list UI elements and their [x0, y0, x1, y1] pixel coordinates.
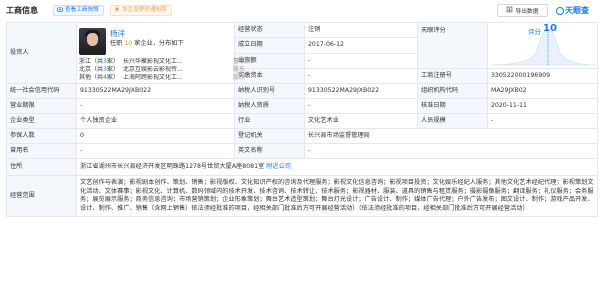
brand-logo: 天眼查 [556, 5, 589, 16]
term-label: 营业期限 [6, 98, 77, 114]
reg-authority-label: 登记机关 [234, 128, 305, 144]
approve-date-label: 核准日期 [417, 98, 488, 114]
orgcode-label: 组织机构代码 [417, 83, 488, 99]
company-type-label: 企业类型 [6, 113, 77, 129]
score-cell[interactable]: 评分 10 [487, 22, 598, 69]
company-link[interactable]: 上海阿跨影视文化工... [123, 74, 234, 83]
header-bar: 工商信息 查看工商快照 发生变更时通知我 导出数据 天眼查 [0, 0, 600, 20]
export-data-label: 导出数据 [515, 9, 539, 15]
business-scope-label: 经营范围 [6, 175, 77, 217]
orgcode-value: MA29JXB02 [487, 83, 598, 99]
taxid-label: 纳税人识别号 [234, 83, 305, 99]
capital-value: - [304, 52, 418, 70]
business-info-table: 投资人 杨洋 任职 10 家企业，分布如下 浙江（共3家） 长兴华聚影视文化工.… [6, 21, 598, 217]
term-value: - [76, 98, 235, 114]
list-item[interactable]: 其他（共4家） 上海阿跨影视文化工... 股东 [79, 74, 245, 83]
investor-name[interactable]: 杨洋 [110, 29, 125, 39]
founded-value: 2017-06-12 [304, 37, 418, 54]
status-value: 注销 [304, 21, 418, 39]
regno-value: 330522000196909 [487, 68, 598, 84]
address-cell: 浙江省湖州市长兴县经济开发区明珠路1278号世贸大厦A座8081室 附近公司 [76, 158, 598, 176]
export-icon [506, 6, 513, 15]
industry-value: 文化艺术业 [304, 113, 418, 129]
bell-icon [114, 6, 120, 16]
english-name-label: 英文名称 [234, 143, 305, 159]
address-label: 住所 [6, 158, 77, 176]
taxqual-value: - [304, 98, 418, 114]
camera-icon [57, 6, 63, 16]
score-value: 10 [543, 23, 557, 34]
staff-size-label: 人员规模 [417, 113, 488, 129]
credit-code-value: 91330522MA29JXB022 [76, 83, 235, 99]
insured-value: 0 [76, 128, 235, 144]
paidin-value: - [304, 68, 418, 84]
staff-size-value: - [487, 113, 598, 129]
section-title: 工商信息 [6, 6, 38, 15]
avatar[interactable] [79, 28, 106, 55]
english-name-value: - [304, 143, 598, 159]
company-type-value: 个人独资企业 [76, 113, 235, 129]
address-value: 浙江省湖州市长兴县经济开发区明珠路1278号世贸大厦A座8081室 [80, 162, 265, 170]
taxid-value: 91330522MA29JXB022 [304, 83, 418, 99]
industry-label: 行业 [234, 113, 305, 129]
investor-cell: 杨洋 任职 10 家企业，分布如下 浙江（共3家） 长兴华聚影视文化工... 董… [76, 22, 251, 84]
insured-label: 参保人数 [6, 128, 77, 144]
brand-name: 天眼查 [565, 6, 589, 15]
investor-role-summary: 任职 10 家企业，分布如下 [110, 40, 184, 47]
former-name-label: 曾用名 [6, 143, 77, 159]
regno-label: 工商注册号 [417, 68, 488, 84]
change-notify-label: 发生变更时通知我 [122, 7, 167, 13]
business-scope-value: 文艺创作与表演；影视剧本创作、策划、销售；影视版权、文化知识产权的咨询及代理服务… [76, 175, 598, 217]
reg-authority-value: 长兴县市场监督管理局 [304, 128, 598, 144]
nearby-companies-link[interactable]: 附近公司 [266, 163, 291, 170]
credit-code-label: 统一社会信用代码 [6, 83, 77, 99]
status-label: 经营状态 [234, 21, 305, 39]
view-snapshot-label: 查看工商快照 [65, 7, 99, 13]
view-snapshot-button[interactable]: 查看工商快照 [53, 5, 104, 16]
export-data-button[interactable]: 导出数据 [497, 4, 548, 17]
former-name-value: - [76, 143, 235, 159]
score-label: 天眼评分 [417, 22, 488, 69]
role-count: 10 [124, 40, 133, 47]
change-notify-button[interactable]: 发生变更时通知我 [110, 5, 172, 16]
eye-logo-icon [556, 6, 564, 15]
score-text-label: 评分 [528, 28, 541, 36]
investor-label: 投资人 [6, 22, 77, 84]
approve-date-value: 2020-11-11 [487, 98, 598, 114]
taxqual-label: 纳税人资质 [234, 98, 305, 114]
founded-label: 成立日期 [234, 37, 305, 54]
